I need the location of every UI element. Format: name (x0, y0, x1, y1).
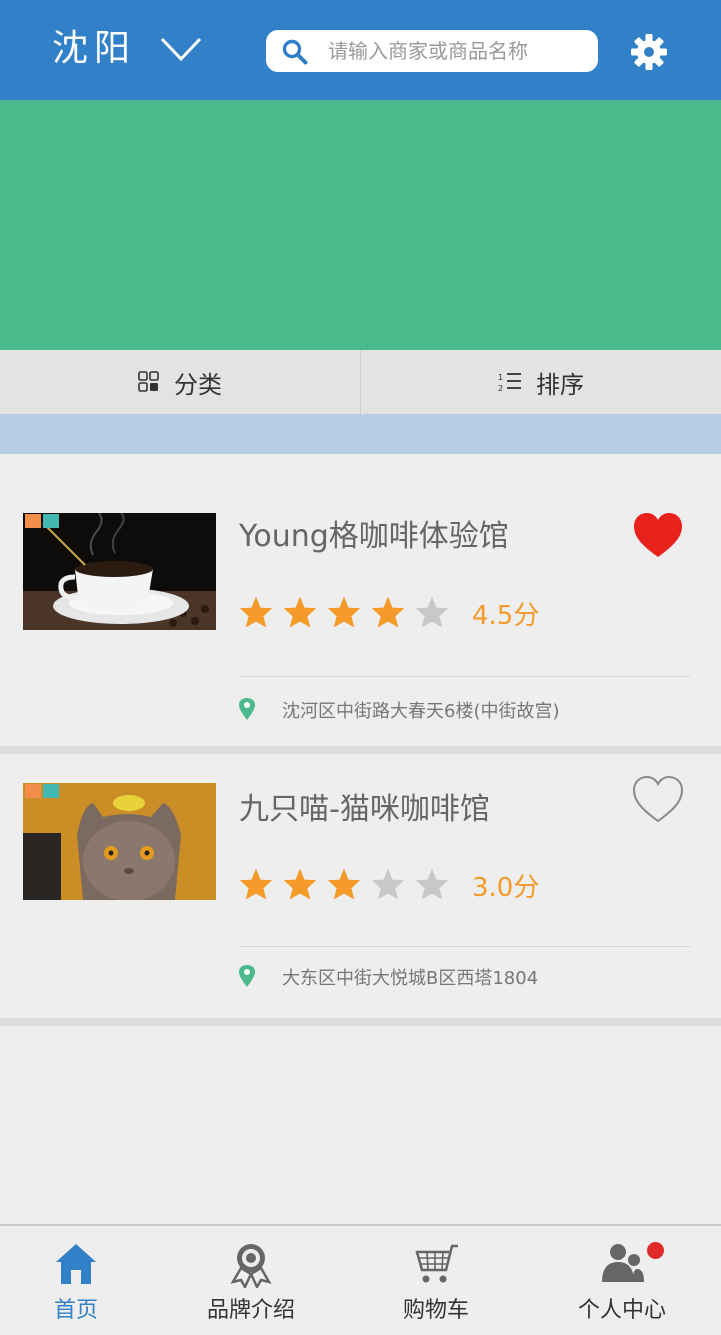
brand-badge-icon (230, 1244, 272, 1288)
store-address: 沈河区中街路大春天6楼(中街故宫) (282, 701, 560, 722)
card-divider (240, 946, 690, 947)
star-empty-icon (415, 868, 449, 900)
store-name[interactable]: 九只喵-猫咪咖啡馆 (239, 784, 490, 828)
store-score: 4.5分 (472, 601, 540, 631)
tab-profile-label: 个人中心 (578, 1298, 667, 1323)
category-filter-button[interactable]: 分类 (0, 350, 360, 414)
heart-outline-icon[interactable] (632, 776, 684, 824)
home-icon (56, 1244, 96, 1284)
location-pin-icon (239, 698, 255, 720)
store-score: 3.0分 (472, 873, 540, 903)
star-filled-icon (239, 596, 273, 628)
rating-stars (238, 864, 458, 904)
star-filled-icon (283, 596, 317, 628)
grid-category-icon (138, 371, 159, 392)
star-filled-icon (371, 596, 405, 628)
store-card[interactable]: 九只喵-猫咪咖啡馆 3.0分 大东区中街大悦城B区西塔1804 (0, 754, 721, 1018)
category-filter-label: 分类 (174, 370, 222, 399)
gear-icon[interactable] (629, 32, 669, 72)
filter-bar: 分类 1 2 排序 (0, 350, 721, 414)
cart-icon (415, 1244, 458, 1283)
store-name[interactable]: Young格咖啡体验馆 (239, 511, 509, 555)
card-separator (0, 746, 721, 754)
location-pin-icon (239, 965, 255, 987)
star-filled-icon (327, 596, 361, 628)
tab-home-label: 首页 (54, 1298, 99, 1323)
star-filled-icon (283, 868, 317, 900)
user-group-icon (602, 1244, 644, 1282)
tab-cart[interactable]: 购物车 (398, 1226, 478, 1335)
cat-thumbnail (23, 783, 216, 900)
star-filled-icon (327, 868, 361, 900)
top-header: 沈阳 (0, 0, 721, 100)
search-box[interactable] (266, 30, 598, 72)
star-filled-icon (239, 868, 273, 900)
rating-stars (238, 592, 458, 632)
store-address: 大东区中街大悦城B区西塔1804 (282, 968, 539, 989)
notification-badge (647, 1242, 664, 1259)
chevron-down-icon[interactable] (158, 34, 204, 64)
section-strip (0, 414, 721, 454)
search-input[interactable] (328, 36, 588, 66)
svg-text:1: 1 (498, 373, 503, 382)
tab-brand-label: 品牌介绍 (207, 1298, 296, 1323)
heart-filled-icon[interactable] (632, 512, 684, 560)
card-divider (240, 676, 690, 677)
tab-home[interactable]: 首页 (30, 1226, 122, 1335)
sort-list-icon: 1 2 (498, 373, 521, 393)
star-empty-icon (371, 868, 405, 900)
bottom-tab-bar: 首页 品牌介绍 购物车 个人中心 (0, 1224, 721, 1335)
tab-brand[interactable]: 品牌介绍 (195, 1226, 307, 1335)
city-selector-label[interactable]: 沈阳 (52, 24, 136, 74)
coffee-cup-thumbnail (23, 513, 216, 630)
search-icon (282, 39, 308, 65)
star-empty-icon (415, 596, 449, 628)
tab-cart-label: 购物车 (403, 1298, 470, 1323)
store-card[interactable]: Young格咖啡体验馆 4.5分 沈河区中街路大春天6楼(中街故宫) (0, 454, 721, 746)
sort-filter-label: 排序 (536, 370, 584, 399)
card-separator (0, 1018, 721, 1026)
svg-text:2: 2 (498, 384, 503, 393)
tab-profile[interactable]: 个人中心 (574, 1226, 674, 1335)
promo-banner[interactable] (0, 100, 721, 350)
sort-filter-button[interactable]: 1 2 排序 (360, 350, 721, 414)
